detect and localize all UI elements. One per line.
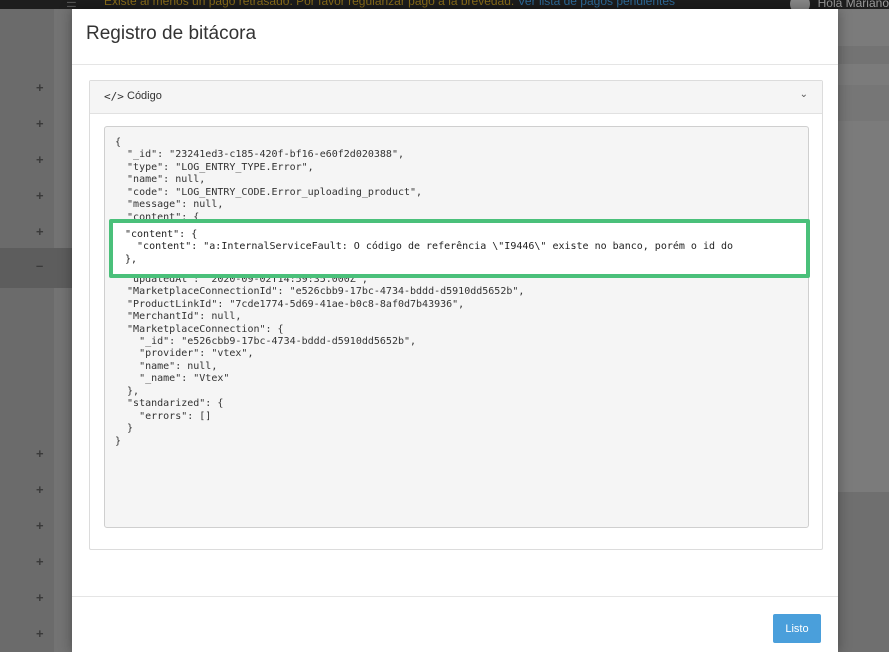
sidebar-expand-icon[interactable]: + bbox=[36, 80, 44, 95]
code-line: "MarketplaceConnectionId": "e526cbb9-17b… bbox=[115, 286, 525, 298]
done-button[interactable]: Listo bbox=[773, 614, 821, 643]
code-line: "code": "LOG_ENTRY_CODE.Error_uploading_… bbox=[115, 186, 423, 198]
chevron-down-icon[interactable]: ⌄ bbox=[800, 89, 808, 100]
code-line: "content": { bbox=[125, 229, 198, 240]
sidebar-submenu bbox=[54, 9, 72, 652]
sidebar-expand-icon[interactable]: + bbox=[36, 224, 44, 239]
background-band bbox=[838, 85, 889, 121]
code-line: "content": "a:InternalServiceFault: O có… bbox=[125, 241, 734, 253]
code-line: } bbox=[115, 423, 134, 435]
code-line: "MarketplaceConnection": { bbox=[115, 323, 284, 335]
modal-title: Registro de bitácora bbox=[86, 23, 257, 44]
code-panel-label: Código bbox=[127, 90, 162, 102]
pending-payments-link[interactable]: Ver lista de pagos pendientes bbox=[518, 0, 675, 8]
code-line: }, bbox=[125, 253, 138, 265]
log-entry-modal: Registro de bitácora </> Código ⌄ { "_id… bbox=[72, 9, 838, 652]
code-icon: </> bbox=[104, 90, 124, 103]
background-band bbox=[838, 46, 889, 64]
sidebar-expand-icon[interactable]: + bbox=[36, 518, 44, 533]
sidebar bbox=[0, 9, 54, 652]
code-line: "standarized": { bbox=[115, 398, 224, 410]
code-line: }, bbox=[115, 385, 140, 397]
code-line: "_id": "e526cbb9-17bc-4734-bddd-d5910dd5… bbox=[115, 336, 417, 347]
sidebar-expand-icon[interactable]: + bbox=[36, 152, 44, 167]
sidebar-expand-icon[interactable]: + bbox=[36, 590, 44, 605]
sidebar-expand-icon[interactable]: + bbox=[36, 116, 44, 131]
code-line: "type": "LOG_ENTRY_TYPE.Error", bbox=[115, 161, 314, 173]
code-line: { bbox=[115, 137, 122, 148]
code-line: "errors": [] bbox=[115, 410, 212, 422]
divider bbox=[72, 596, 838, 597]
background-footer bbox=[838, 492, 889, 652]
payment-alert: Existe al menos un pago retrasado. Por f… bbox=[104, 0, 675, 8]
code-line: "_name": "Vtex" bbox=[115, 373, 230, 385]
sidebar-collapse-icon[interactable]: – bbox=[36, 258, 43, 273]
code-block: { "_id": "23241ed3-c185-420f-bf16-e60f2d… bbox=[104, 126, 809, 528]
code-line: "_id": "23241ed3-c185-420f-bf16-e60f2d02… bbox=[115, 149, 404, 161]
code-line: } bbox=[115, 435, 122, 447]
sidebar-expand-icon[interactable]: + bbox=[36, 626, 44, 641]
divider bbox=[72, 64, 838, 65]
code-line: "provider": "vtex", bbox=[115, 348, 254, 360]
code-text: { "_id": "23241ed3-c185-420f-bf16-e60f2d… bbox=[115, 137, 735, 448]
code-line: "name": null, bbox=[115, 174, 206, 186]
code-line: "name": null, bbox=[115, 360, 218, 372]
code-line: "ProductLinkId": "7cde1774-5d69-41ae-b0c… bbox=[115, 298, 465, 310]
code-panel-header[interactable]: </> Código ⌄ bbox=[90, 81, 822, 114]
code-panel: </> Código ⌄ { "_id": "23241ed3-c185-420… bbox=[89, 80, 823, 550]
sidebar-expand-icon[interactable]: + bbox=[36, 482, 44, 497]
code-line: "message": null, bbox=[115, 199, 224, 211]
highlighted-content-box: "content": { "content": "a:InternalServi… bbox=[109, 219, 810, 278]
highlighted-code-text: "content": { "content": "a:InternalServi… bbox=[125, 229, 733, 266]
sidebar-expand-icon[interactable]: + bbox=[36, 188, 44, 203]
top-bar: ☰ Existe al menos un pago retrasado. Por… bbox=[0, 0, 889, 14]
sidebar-expand-icon[interactable]: + bbox=[36, 554, 44, 569]
sidebar-expand-icon[interactable]: + bbox=[36, 446, 44, 461]
code-line: "MerchantId": null, bbox=[115, 311, 242, 323]
payment-alert-text: Existe al menos un pago retrasado. Por f… bbox=[104, 0, 515, 8]
